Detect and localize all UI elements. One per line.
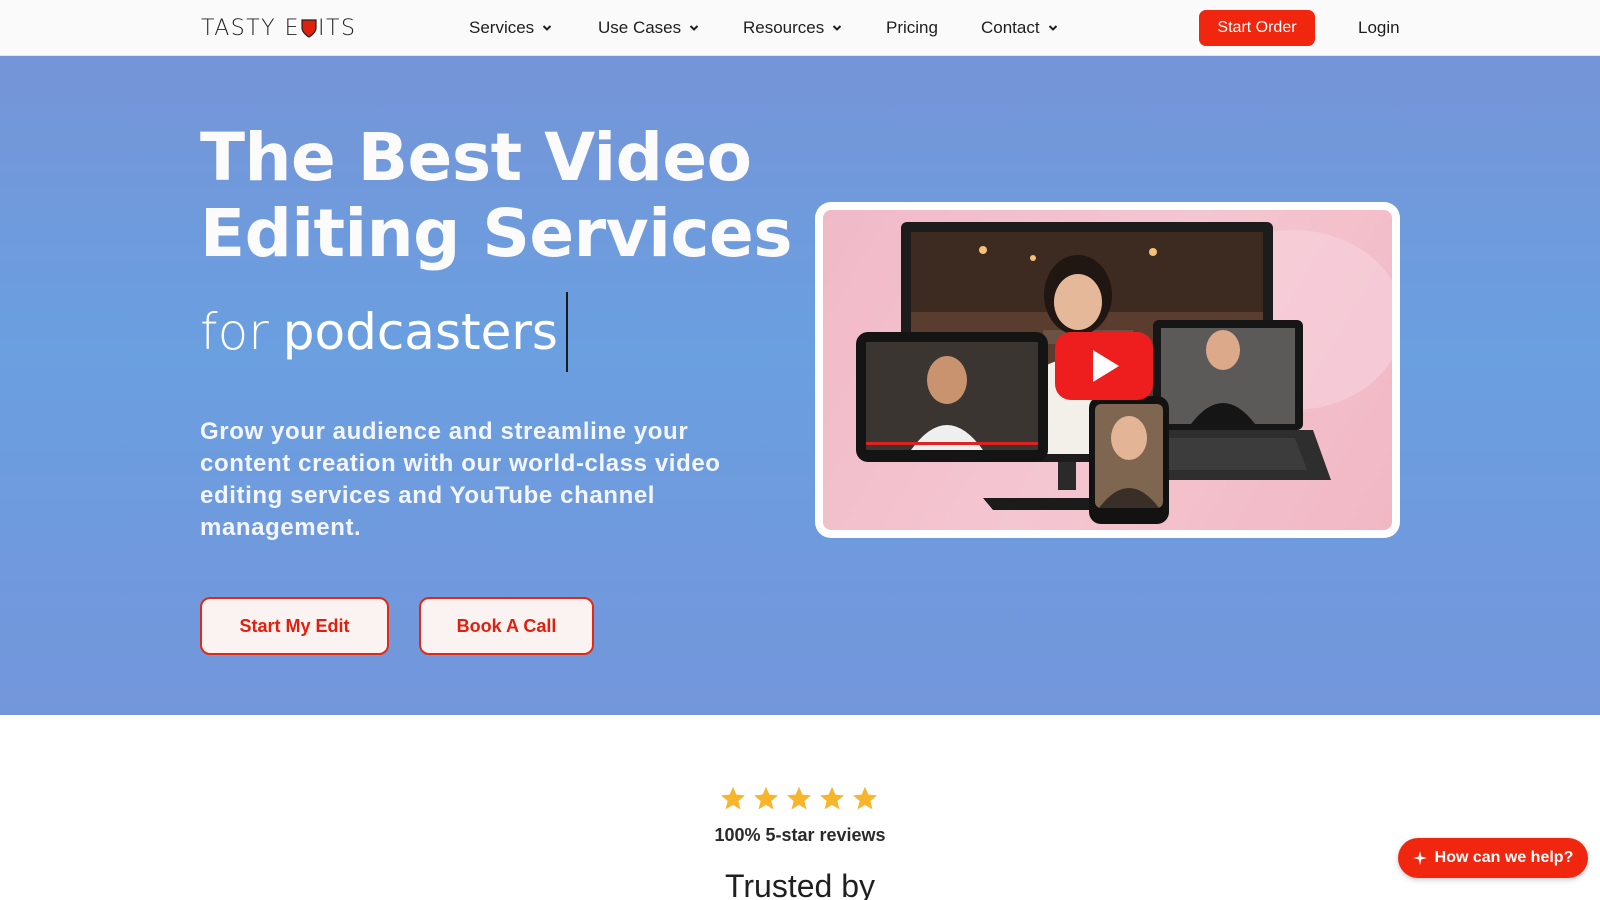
help-chat-label: How can we help? (1434, 849, 1574, 866)
hero-section: The Best Video Editing Services for podc… (0, 56, 1600, 715)
chevron-down-icon (689, 25, 699, 31)
hero-title-line-1: The Best Video (200, 119, 752, 196)
chevron-down-icon (833, 25, 842, 31)
nav-pricing[interactable]: Pricing (886, 18, 938, 38)
nav-use-cases-label: Use Cases (598, 18, 682, 37)
star-rating (719, 785, 879, 813)
video-thumbnail[interactable] (823, 210, 1392, 530)
logo-text-left: TASTY E (201, 15, 301, 41)
chevron-down-icon (542, 25, 552, 31)
logo-shield-icon (301, 19, 317, 38)
tasty-edits-logo[interactable]: TASTY E ITS (201, 15, 357, 41)
logo-text-right: ITS (318, 15, 357, 41)
start-my-edit-button[interactable]: Start My Edit (200, 597, 389, 655)
help-chat-button[interactable]: How can we help? (1398, 838, 1588, 878)
video-card (815, 202, 1400, 538)
nav-contact-label: Contact (981, 18, 1040, 37)
sparkle-icon (1412, 851, 1427, 865)
devices-illustration (856, 222, 1392, 524)
hero-sub-prefix: for (200, 303, 269, 361)
chevron-down-icon (1048, 25, 1057, 31)
star-icon (720, 786, 746, 810)
hero-sub-typed-word: podcasters (282, 303, 558, 361)
nav-pricing-label: Pricing (886, 18, 938, 37)
login-link[interactable]: Login (1358, 18, 1400, 38)
start-order-button[interactable]: Start Order (1199, 10, 1315, 46)
top-navigation: TASTY E ITS Services Use Cases Resources… (0, 0, 1600, 56)
hero-title-line-2: Editing Services (200, 195, 793, 272)
nav-services-label: Services (469, 18, 535, 37)
star-icon (753, 786, 779, 810)
typing-cursor (565, 292, 568, 372)
star-icon (852, 786, 878, 810)
trusted-by-heading: Trusted by (725, 868, 875, 900)
star-icon (819, 786, 845, 810)
star-icon (786, 786, 812, 810)
nav-services[interactable]: Services (469, 18, 552, 38)
nav-use-cases[interactable]: Use Cases (598, 18, 699, 38)
nav-resources-label: Resources (743, 18, 825, 37)
book-a-call-button[interactable]: Book A Call (419, 597, 594, 655)
hero-typed-subtitle: for podcasters (200, 292, 568, 372)
reviews-summary: 100% 5-star reviews (714, 825, 886, 845)
hero-title: The Best Video Editing Services (200, 120, 820, 272)
nav-resources[interactable]: Resources (743, 18, 842, 38)
hero-description: Grow your audience and streamline your c… (200, 418, 721, 541)
nav-contact[interactable]: Contact (981, 18, 1058, 38)
